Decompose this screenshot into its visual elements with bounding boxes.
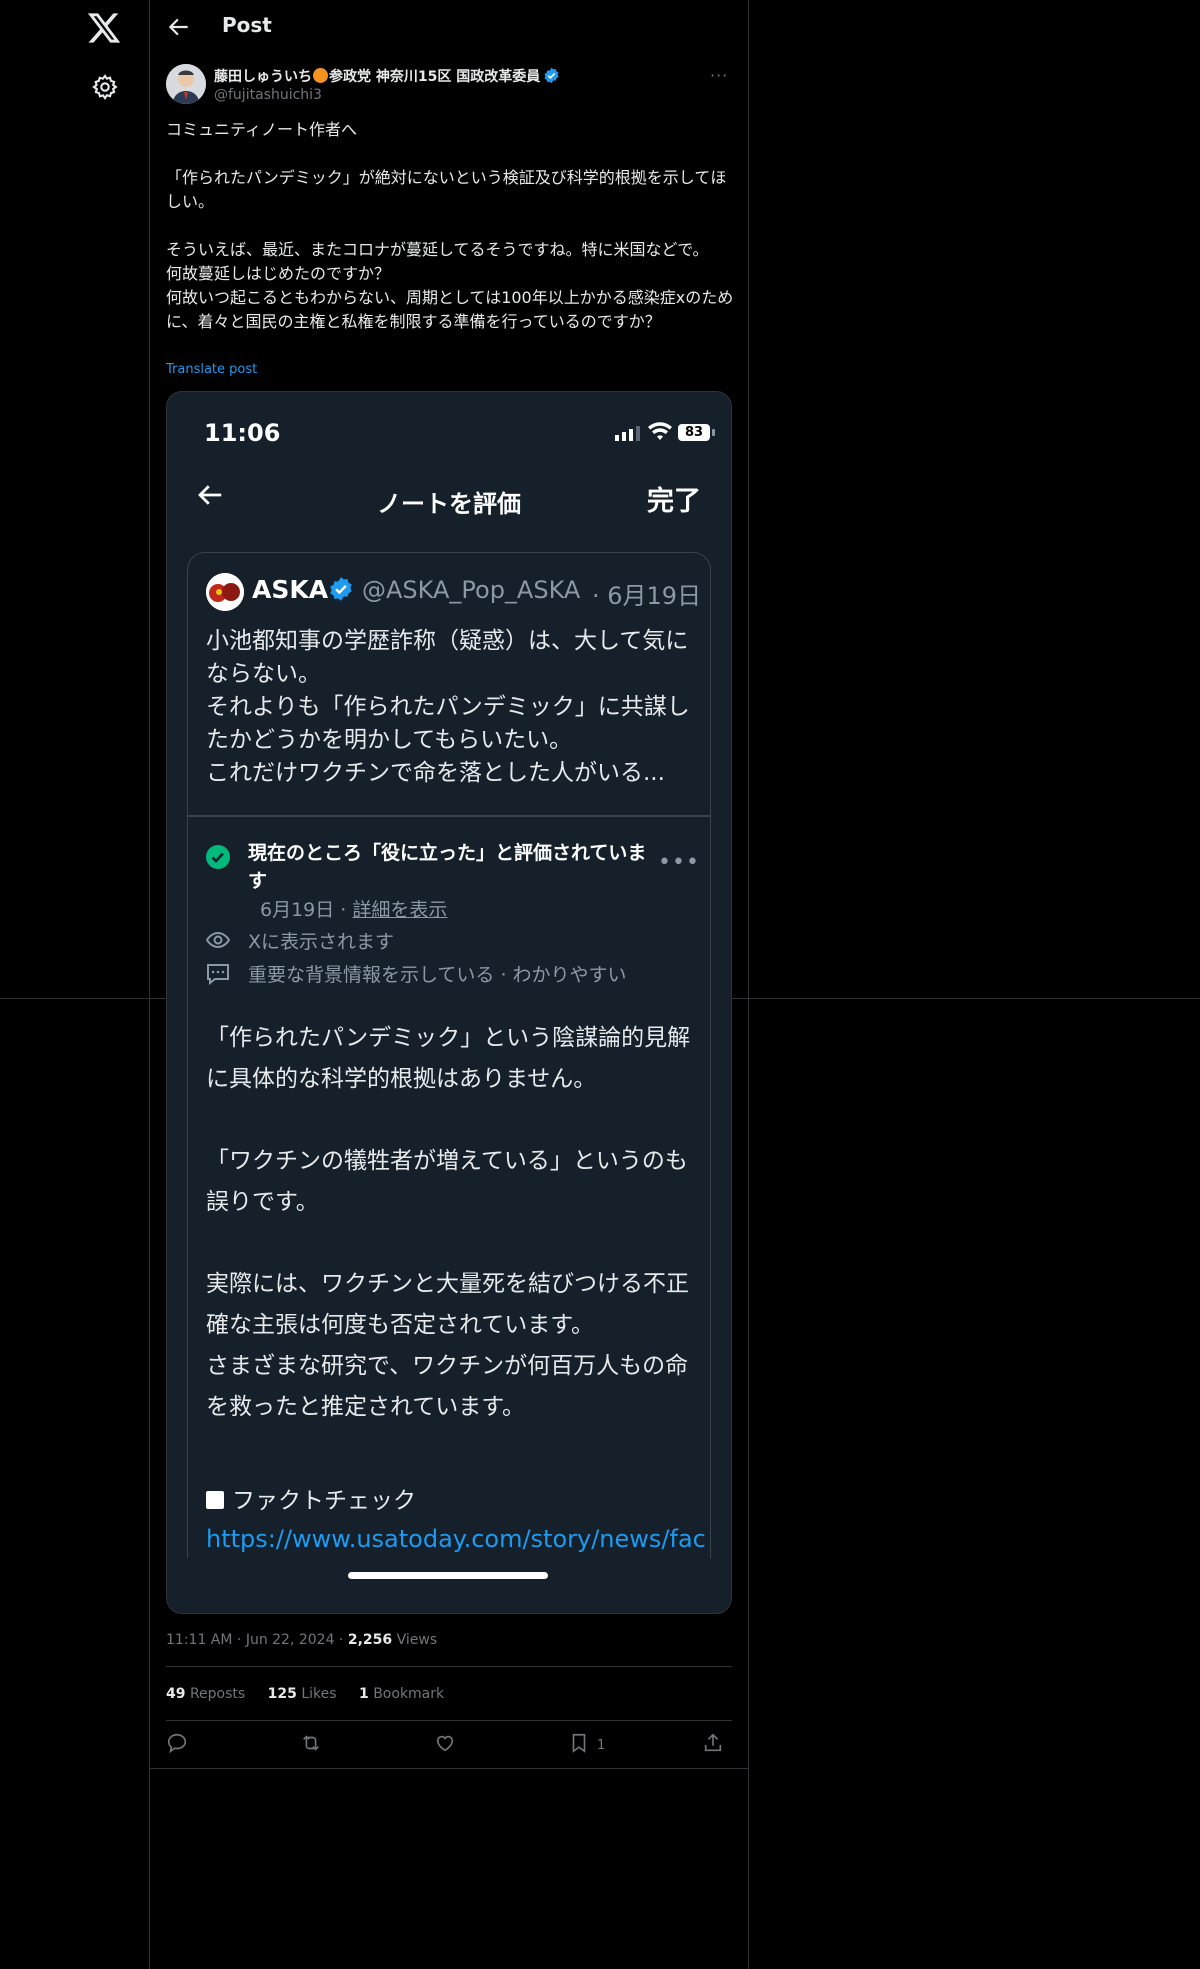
author-name[interactable]: 藤田しゅういち 参政党 神奈川15区 国政改革委員 [214, 66, 560, 86]
settings-gear-icon[interactable] [91, 73, 119, 101]
note-date-text: 6月19日 · [260, 899, 353, 921]
screen-bottom [167, 1558, 731, 1613]
bookmark-action-count: 1 [597, 1738, 606, 1753]
quoted-author-name: ASKA [252, 575, 329, 604]
bookmarks-stat[interactable]: 1 Bookmark [359, 1686, 444, 1702]
author-name-suffix: 参政党 神奈川15区 国政改革委員 [329, 69, 541, 85]
reply-icon[interactable] [166, 1732, 188, 1754]
post-meta: 11:11 AM · Jun 22, 2024 · 2,256 Views [166, 1632, 438, 1648]
verified-badge-icon [330, 577, 352, 601]
note-shown-on: Xに表示されます [248, 931, 395, 953]
quoted-text: 小池都知事の学歴詐称（疑惑）は、大して気にならない。 それよりも「作られたパンデ… [206, 628, 690, 786]
likes-label: Likes [301, 1686, 337, 1702]
more-options-icon: ••• [658, 850, 700, 875]
divider [166, 1666, 732, 1667]
avatar-image-icon [166, 64, 206, 104]
divider [166, 1720, 732, 1721]
white-square-icon [206, 1491, 224, 1509]
divider [150, 1768, 748, 1769]
battery-cap [712, 429, 715, 436]
home-indicator [348, 1572, 548, 1579]
share-icon[interactable] [702, 1732, 724, 1754]
note-status: 現在のところ「役に立った」と評価されています [248, 842, 647, 892]
left-nav [0, 0, 150, 1969]
quoted-post-card: ASKA @ASKA_Pop_ASKA · 6月19日 小池都知事の学歴詐称（疑… [187, 552, 711, 1613]
views-count: 2,256 [347, 1632, 393, 1648]
signal-icon [615, 426, 640, 441]
quoted-avatar [206, 573, 244, 611]
quoted-separator [188, 815, 710, 817]
note-date: 6月19日 · 詳細を表示 [260, 895, 447, 922]
page-title: Post [222, 13, 272, 37]
reposts-stat[interactable]: 49 Reposts [166, 1686, 245, 1702]
orange-circle-emoji-icon [313, 68, 328, 83]
note-reasons: 重要な背景情報を示している · わかりやすい [248, 964, 627, 986]
translate-post-link[interactable]: Translate post [166, 362, 257, 377]
speech-bubble-icon [207, 964, 229, 985]
quoted-date: · 6月19日 [592, 582, 702, 610]
note-text: 「作られたパンデミック」という陰謀論的見解に具体的な科学的根拠はありません。 「… [206, 1025, 691, 1420]
screenshot-done-button: 完了 [647, 486, 701, 517]
views-label: Views [396, 1632, 438, 1648]
reposts-count: 49 [166, 1686, 186, 1702]
eye-icon [206, 931, 230, 949]
likes-count: 125 [267, 1686, 297, 1702]
quoted-avatar-icon [206, 573, 244, 611]
post-stats: 49 Reposts 125 Likes 1 Bookmark [166, 1686, 462, 1702]
likes-stat[interactable]: 125 Likes [268, 1686, 337, 1702]
bookmarks-label: Bookmark [373, 1686, 445, 1702]
post-header: Post [150, 0, 748, 54]
check-circle-icon [206, 845, 230, 869]
battery-level: 83 [678, 424, 710, 441]
repost-icon[interactable] [300, 1732, 322, 1754]
wifi-icon [648, 422, 672, 440]
author-name-text: 藤田しゅういち [214, 69, 312, 85]
like-heart-icon[interactable] [434, 1732, 456, 1754]
back-arrow-icon[interactable] [166, 14, 192, 40]
bookmark-icon[interactable] [568, 1732, 590, 1754]
verified-badge-icon [544, 67, 559, 84]
status-bar-time: 11:06 [204, 419, 281, 447]
post-date[interactable]: Jun 22, 2024 [246, 1632, 335, 1648]
factcheck-label: ファクトチェック [206, 1481, 416, 1515]
note-details-link: 詳細を表示 [352, 899, 448, 921]
more-options-icon[interactable]: ··· [710, 66, 728, 85]
post-time[interactable]: 11:11 AM [166, 1632, 232, 1648]
post-column: Post 藤田しゅういち 参政党 神奈川15区 国政改革委員 @fujitashu… [150, 0, 749, 1969]
quoted-handle: @ASKA_Pop_ASKA [362, 576, 581, 604]
post-text: コミュニティノート作者へ 「作られたパンデミック」が絶対にないという検証及び科学… [166, 120, 734, 331]
avatar[interactable] [166, 64, 206, 104]
author-handle[interactable]: @fujitashuichi3 [214, 87, 322, 103]
x-logo-icon[interactable] [86, 10, 122, 46]
bookmarks-count: 1 [359, 1686, 369, 1702]
post-media-image[interactable]: 11:06 83 ノートを評価 完了 ASKA @ASKA_Pop_ASKA ·… [166, 391, 732, 1614]
factcheck-label-text: ファクトチェック [232, 1488, 416, 1514]
reposts-label: Reposts [189, 1686, 246, 1702]
